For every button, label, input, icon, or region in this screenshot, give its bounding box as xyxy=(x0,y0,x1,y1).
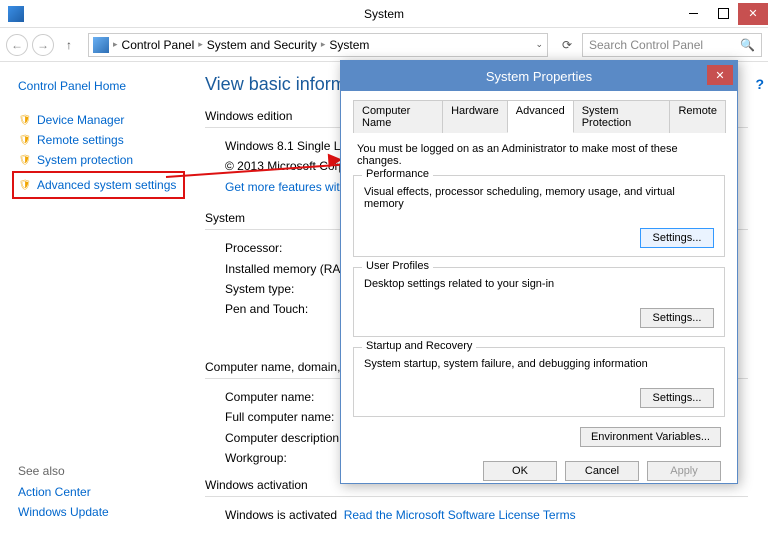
minimize-button[interactable] xyxy=(678,3,708,25)
apply-button[interactable]: Apply xyxy=(647,461,721,481)
user-profiles-desc: Desktop settings related to your sign-in xyxy=(364,278,714,290)
window-title: System xyxy=(364,7,404,21)
close-button[interactable] xyxy=(738,3,768,25)
search-input[interactable]: Search Control Panel 🔍 xyxy=(582,33,762,57)
sidebar-item-action-center[interactable]: Action Center xyxy=(18,482,185,502)
shield-icon: 🛡 xyxy=(18,178,32,192)
dialog-close-button[interactable]: ✕ xyxy=(707,65,733,85)
tab-system-protection[interactable]: System Protection xyxy=(573,100,671,133)
highlight-annotation: 🛡Advanced system settings xyxy=(12,171,185,199)
dialog-titlebar[interactable]: System Properties ✕ xyxy=(341,61,737,91)
shield-icon: 🛡 xyxy=(18,113,32,127)
performance-legend: Performance xyxy=(362,168,433,180)
breadcrumb-item[interactable]: System xyxy=(329,38,369,52)
breadcrumb-item[interactable]: Control Panel xyxy=(122,38,195,52)
ok-button[interactable]: OK xyxy=(483,461,557,481)
forward-button[interactable]: → xyxy=(32,34,54,56)
license-terms-link[interactable]: Read the Microsoft Software License Term… xyxy=(344,508,576,522)
sidebar-item-windows-update[interactable]: Windows Update xyxy=(18,502,185,522)
refresh-button[interactable]: ⟳ xyxy=(556,34,578,56)
breadcrumb-item[interactable]: System and Security xyxy=(207,38,317,52)
performance-group: Performance Visual effects, processor sc… xyxy=(353,175,725,257)
environment-variables-button[interactable]: Environment Variables... xyxy=(580,427,721,447)
user-profiles-legend: User Profiles xyxy=(362,260,433,272)
startup-recovery-settings-button[interactable]: Settings... xyxy=(640,388,714,408)
dialog-tabs: Computer Name Hardware Advanced System P… xyxy=(353,99,725,133)
sidebar-item-system-protection[interactable]: 🛡System protection xyxy=(18,150,185,170)
startup-recovery-desc: System startup, system failure, and debu… xyxy=(364,358,714,370)
chevron-right-icon: ▸ xyxy=(113,39,118,50)
search-placeholder: Search Control Panel xyxy=(589,38,703,52)
performance-settings-button[interactable]: Settings... xyxy=(640,228,714,248)
chevron-right-icon: ▸ xyxy=(198,39,203,50)
tab-remote[interactable]: Remote xyxy=(669,100,726,133)
shield-icon: 🛡 xyxy=(18,133,32,147)
startup-recovery-group: Startup and Recovery System startup, sys… xyxy=(353,347,725,417)
shield-icon: 🛡 xyxy=(18,153,32,167)
see-also-header: See also xyxy=(18,464,185,478)
user-profiles-group: User Profiles Desktop settings related t… xyxy=(353,267,725,337)
dialog-title: System Properties xyxy=(486,69,592,84)
navigation-bar: ← → ↑ ▸ Control Panel ▸ System and Secur… xyxy=(0,28,768,62)
system-properties-dialog: System Properties ✕ Computer Name Hardwa… xyxy=(340,60,738,484)
startup-recovery-legend: Startup and Recovery xyxy=(362,340,476,352)
help-icon[interactable]: ? xyxy=(755,76,764,92)
back-button[interactable]: ← xyxy=(6,34,28,56)
window-titlebar: System xyxy=(0,0,768,28)
tab-hardware[interactable]: Hardware xyxy=(442,100,508,133)
sidebar-item-advanced-system-settings[interactable]: 🛡Advanced system settings xyxy=(18,175,179,195)
up-button[interactable]: ↑ xyxy=(58,34,80,56)
activation-status: Windows is activated xyxy=(225,508,337,522)
sidebar-item-device-manager[interactable]: 🛡Device Manager xyxy=(18,110,185,130)
tab-computer-name[interactable]: Computer Name xyxy=(353,100,443,133)
maximize-button[interactable] xyxy=(708,3,738,25)
sidebar: Control Panel Home 🛡Device Manager 🛡Remo… xyxy=(0,62,195,540)
chevron-right-icon: ▸ xyxy=(321,39,326,50)
cancel-button[interactable]: Cancel xyxy=(565,461,639,481)
system-icon xyxy=(8,6,24,22)
chevron-down-icon[interactable]: ⌄ xyxy=(535,39,543,50)
user-profiles-settings-button[interactable]: Settings... xyxy=(640,308,714,328)
computer-icon xyxy=(93,37,109,53)
tab-advanced[interactable]: Advanced xyxy=(507,100,574,133)
control-panel-home-link[interactable]: Control Panel Home xyxy=(18,76,185,96)
performance-desc: Visual effects, processor scheduling, me… xyxy=(364,186,714,210)
address-bar[interactable]: ▸ Control Panel ▸ System and Security ▸ … xyxy=(88,33,548,57)
sidebar-item-remote-settings[interactable]: 🛡Remote settings xyxy=(18,130,185,150)
search-icon: 🔍 xyxy=(740,38,755,52)
